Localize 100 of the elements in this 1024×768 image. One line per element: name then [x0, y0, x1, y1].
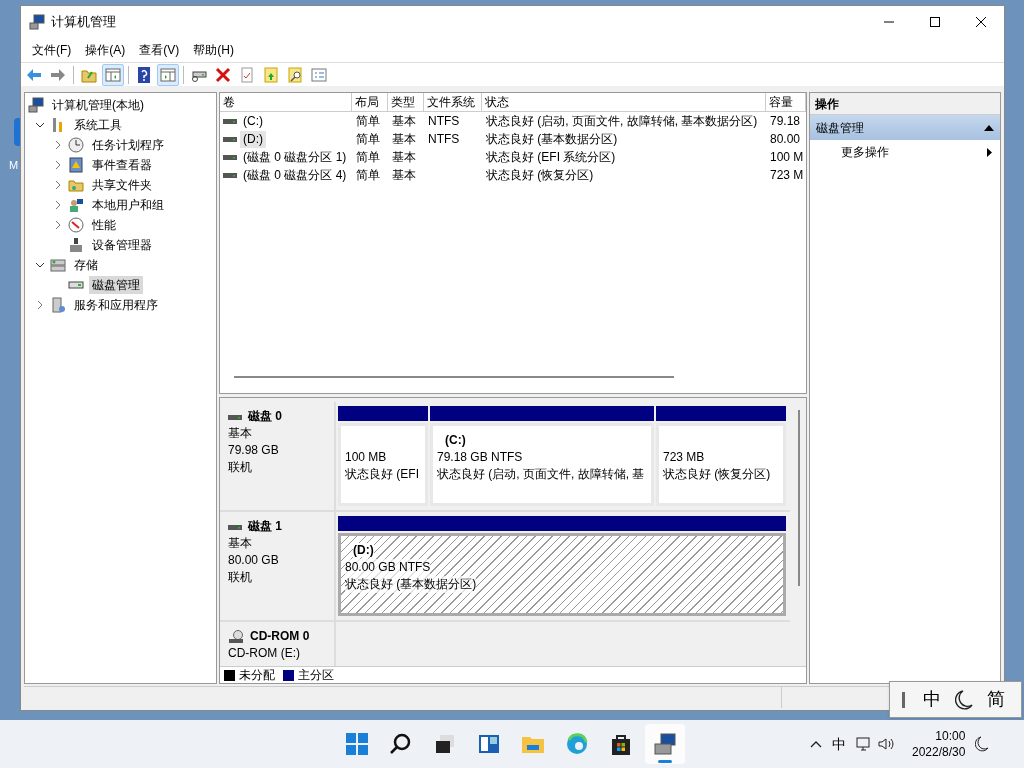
menu-item[interactable]: 操作(A) [78, 38, 133, 61]
vertical-scrollbar[interactable] [798, 410, 800, 586]
shared-folder-icon [68, 177, 84, 193]
device-icon [68, 237, 84, 253]
partition-status: 状态良好 (EFI [345, 466, 419, 483]
maximize-icon [930, 16, 940, 27]
menu-item[interactable]: 查看(V) [132, 38, 187, 61]
section-title: 磁盘管理 [816, 119, 865, 137]
table-cell: 基本 [392, 150, 416, 164]
tree-item[interactable]: 共享文件夹 [89, 176, 155, 194]
clock[interactable]: 10:00 2022/8/30 [912, 728, 966, 760]
table-cell: 简单 [356, 168, 380, 182]
tree-item[interactable]: 磁盘管理 [89, 276, 143, 294]
volume-name[interactable]: (磁盘 0 磁盘分区 4) [240, 166, 350, 184]
disk-name: CD-ROM 0 [250, 628, 310, 645]
chevron-up-icon[interactable] [810, 740, 822, 748]
tree-item[interactable]: 本地用户和组 [89, 196, 167, 214]
tree-item[interactable]: 性能 [89, 216, 119, 234]
chevron-down-icon[interactable] [35, 120, 45, 130]
partition-label: (D:) [353, 543, 374, 557]
app-icon [29, 13, 45, 30]
volume-name[interactable]: (磁盘 0 磁盘分区 1) [240, 148, 350, 166]
column-header[interactable]: 容量 [766, 93, 806, 111]
log-book-icon [68, 157, 84, 173]
partition-status: 状态良好 (基本数据分区) [345, 576, 477, 593]
actions-section[interactable]: 磁盘管理 [810, 115, 1000, 140]
column-header[interactable]: 文件系统 [424, 93, 482, 111]
chevron-right-icon[interactable] [35, 300, 45, 310]
tree-item[interactable]: 存储 [71, 256, 101, 274]
volume-name[interactable]: (C:) [240, 112, 266, 130]
partition[interactable]: 100 MB 状态良好 (EFI [338, 423, 428, 506]
menu-item[interactable]: 文件(F) [25, 38, 79, 61]
chevron-down-icon[interactable] [35, 260, 45, 270]
tree-item[interactable]: 计算机管理(本地) [49, 96, 147, 114]
drive-icon [223, 134, 237, 144]
crescent-moon-icon [955, 689, 973, 710]
partition[interactable]: 723 MB 状态良好 (恢复分区) [656, 423, 786, 506]
partition[interactable]: (C:) 79.18 GB NTFS 状态良好 (启动, 页面文件, 故障转储, 基 [430, 423, 654, 506]
partition[interactable]: (D:) 80.00 GB NTFS 状态良好 (基本数据分区) [338, 533, 786, 616]
server-icon [50, 297, 66, 313]
table-cell: 简单 [356, 132, 380, 146]
computer-icon [28, 97, 44, 113]
clock-date: 2022/8/30 [912, 744, 966, 760]
disk-info: 联机 [228, 569, 253, 586]
volume-icon [878, 736, 896, 752]
tree-item[interactable]: 服务和应用程序 [71, 296, 161, 314]
ime-mode-button[interactable]: 中 [919, 686, 945, 713]
crescent-moon-icon[interactable] [975, 736, 990, 752]
drag-handle[interactable] [902, 691, 905, 708]
network-volume-button[interactable] [856, 736, 896, 752]
pane-icon [159, 65, 177, 84]
tree-item[interactable]: 事件查看器 [89, 156, 155, 174]
drive-icon [223, 170, 237, 180]
computer-icon [651, 730, 679, 758]
disk-info: 80.00 GB [228, 552, 280, 569]
running-indicator [658, 760, 672, 763]
cd-drive-icon [228, 629, 244, 644]
table-cell: 状态良好 (基本数据分区) [486, 132, 618, 146]
action-link[interactable]: 更多操作 [841, 143, 987, 161]
table-cell: 基本 [392, 132, 416, 146]
disk-info: 基本 [228, 425, 253, 442]
drive-icon [223, 152, 237, 162]
tree-item[interactable]: 设备管理器 [89, 236, 155, 254]
table-cell: 基本 [392, 168, 416, 182]
partition-label: (C:) [445, 433, 466, 447]
table-cell: 80.00 [770, 132, 801, 146]
tree-item[interactable]: 任务计划程序 [89, 136, 167, 154]
up-arrow-document-icon [262, 65, 280, 84]
partition-size: 80.00 GB NTFS [345, 559, 431, 576]
gauge-icon [68, 217, 84, 233]
clock-icon [68, 137, 84, 153]
actions-header: 操作 [810, 93, 1000, 115]
column-header[interactable]: 布局 [352, 93, 388, 111]
column-header[interactable]: 状态 [482, 93, 766, 111]
desktop-icon-label: M [9, 158, 19, 173]
column-header[interactable]: 卷 [220, 93, 352, 111]
disk-name: 磁盘 1 [248, 518, 282, 535]
close-icon [976, 16, 986, 27]
table-cell: 79.18 [770, 114, 801, 128]
tree-item[interactable]: 系统工具 [71, 116, 125, 134]
table-cell: NTFS [428, 132, 460, 146]
taskbar-button[interactable] [645, 724, 685, 764]
disk-info: 联机 [228, 459, 253, 476]
table-cell: 简单 [356, 114, 380, 128]
disk-info: 基本 [228, 535, 253, 552]
volume-name[interactable]: (D:) [240, 130, 266, 148]
input-method-button[interactable]: 中 [832, 733, 846, 755]
collapse-triangle-icon[interactable] [984, 124, 994, 131]
table-cell: 状态良好 (EFI 系统分区) [486, 150, 616, 164]
clock-time: 10:00 [935, 728, 966, 744]
table-cell: NTFS [428, 114, 460, 128]
column-header[interactable]: 类型 [388, 93, 424, 111]
window-title: 计算机管理 [51, 12, 116, 31]
disk-info: 79.98 GB [228, 442, 280, 459]
menu-item[interactable]: 帮助(H) [186, 38, 241, 61]
table-cell: 723 M [770, 168, 804, 182]
partition-status: 状态良好 (启动, 页面文件, 故障转储, 基 [437, 466, 645, 483]
drive-icon [223, 116, 237, 126]
disk-name: 磁盘 0 [248, 408, 282, 425]
ime-script-button[interactable]: 简 [983, 686, 1009, 713]
